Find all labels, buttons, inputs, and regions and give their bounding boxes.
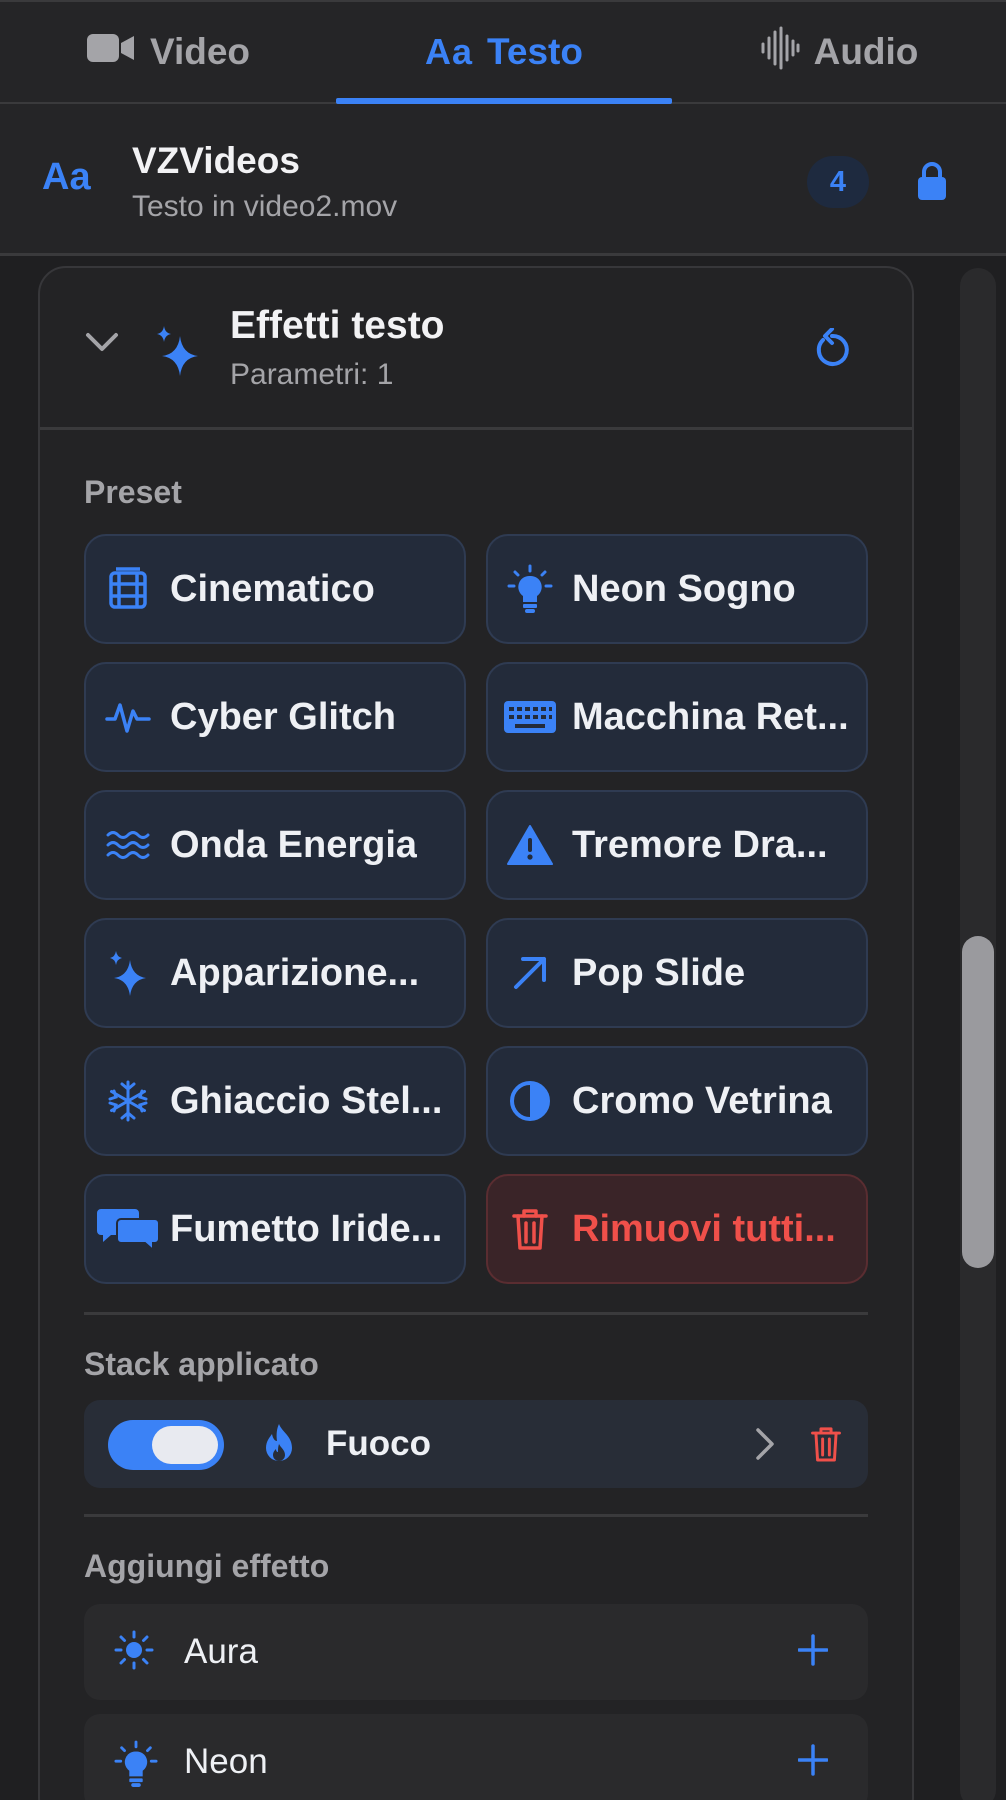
preset-label: Macchina Ret... bbox=[572, 695, 849, 738]
preset-neon-sogno[interactable]: Neon Sogno bbox=[486, 534, 868, 644]
waveform-pulse-icon bbox=[86, 697, 170, 737]
panel-subtitle: Parametri: 1 bbox=[230, 358, 394, 391]
scrollbar-thumb[interactable] bbox=[962, 936, 994, 1268]
chevron-down-icon[interactable] bbox=[84, 330, 120, 359]
toggle-knob bbox=[152, 1426, 218, 1464]
preset-tremore-drammatico[interactable]: Tremore Dra... bbox=[486, 790, 868, 900]
trash-icon[interactable] bbox=[810, 1424, 842, 1469]
tab-video-label: Video bbox=[149, 31, 251, 72]
preset-onda-energia[interactable]: Onda Energia bbox=[84, 790, 466, 900]
preset-section-label: Preset bbox=[84, 474, 182, 510]
half-circle-icon bbox=[488, 1079, 572, 1123]
stack-item-fuoco[interactable]: Fuoco bbox=[84, 1400, 868, 1488]
preset-label: Pop Slide bbox=[572, 951, 746, 994]
arrow-up-right-icon bbox=[488, 954, 572, 992]
preset-ghiaccio-stellare[interactable]: Ghiaccio Stel... bbox=[84, 1046, 466, 1156]
text-format-icon: Aa bbox=[425, 31, 474, 72]
panel-header[interactable]: Effetti testo Parametri: 1 bbox=[40, 268, 912, 430]
sun-icon bbox=[114, 1630, 154, 1675]
count-badge: 4 bbox=[807, 156, 869, 208]
preset-cromo-vetrina[interactable]: Cromo Vetrina bbox=[486, 1046, 868, 1156]
tab-testo[interactable]: Aa Testo bbox=[336, 2, 672, 104]
preset-cyber-glitch[interactable]: Cyber Glitch bbox=[84, 662, 466, 772]
layer-subtitle: Testo in video2.mov bbox=[132, 190, 398, 223]
chevron-right-icon[interactable] bbox=[754, 1426, 776, 1467]
stack-section-label: Stack applicato bbox=[84, 1346, 319, 1382]
layer-title: VZVideos bbox=[132, 140, 300, 181]
lightbulb-icon bbox=[114, 1740, 158, 1793]
plus-icon[interactable] bbox=[797, 1738, 829, 1787]
preset-macchina-retro[interactable]: Macchina Ret... bbox=[486, 662, 868, 772]
reset-icon[interactable] bbox=[812, 327, 852, 375]
preset-cinematico[interactable]: Cinematico bbox=[84, 534, 466, 644]
preset-label: Fumetto Iride... bbox=[170, 1207, 443, 1250]
add-effect-neon[interactable]: Neon bbox=[84, 1714, 868, 1800]
divider bbox=[84, 1514, 868, 1517]
preset-label: Onda Energia bbox=[170, 823, 418, 866]
lightbulb-icon bbox=[488, 564, 572, 614]
preset-label: Neon Sogno bbox=[572, 567, 796, 610]
preset-label: Ghiaccio Stel... bbox=[170, 1079, 443, 1122]
preset-label: Rimuovi tutti... bbox=[572, 1207, 836, 1250]
tab-bar: Video Aa Testo Audio bbox=[0, 0, 1006, 104]
trash-icon bbox=[488, 1207, 572, 1251]
preset-fumetto-iridescente[interactable]: Fumetto Iride... bbox=[84, 1174, 466, 1284]
lock-icon[interactable] bbox=[916, 160, 948, 207]
effect-toggle[interactable] bbox=[108, 1420, 224, 1470]
preset-label: Tremore Dra... bbox=[572, 823, 828, 866]
tab-video[interactable]: Video bbox=[0, 2, 336, 102]
preset-label: Cinematico bbox=[170, 567, 375, 610]
flame-icon bbox=[262, 1422, 296, 1469]
sparkles-icon bbox=[86, 950, 170, 996]
snowflake-icon bbox=[86, 1080, 170, 1122]
add-effect-label: Aura bbox=[184, 1632, 258, 1671]
layer-header: Aa VZVideos Testo in video2.mov 4 bbox=[0, 104, 1006, 256]
plus-icon[interactable] bbox=[797, 1628, 829, 1677]
text-effects-panel: Effetti testo Parametri: 1 Preset Cinema… bbox=[38, 266, 914, 1800]
preset-label: Cyber Glitch bbox=[170, 695, 396, 738]
warning-triangle-icon bbox=[488, 824, 572, 866]
speech-bubbles-icon bbox=[86, 1207, 170, 1251]
add-effect-section-label: Aggiungi effetto bbox=[84, 1548, 330, 1584]
panel-title: Effetti testo bbox=[230, 304, 445, 347]
keyboard-icon bbox=[488, 700, 572, 734]
sparkles-icon bbox=[154, 324, 200, 381]
tab-audio-label: Audio bbox=[813, 31, 919, 72]
video-camera-icon bbox=[86, 31, 136, 74]
text-layer-icon: Aa bbox=[42, 156, 91, 198]
stack-item-label: Fuoco bbox=[326, 1424, 431, 1463]
film-icon bbox=[86, 567, 170, 611]
preset-pop-slide[interactable]: Pop Slide bbox=[486, 918, 868, 1028]
add-effect-label: Neon bbox=[184, 1742, 268, 1781]
waveform-icon bbox=[760, 26, 800, 79]
divider bbox=[84, 1312, 868, 1315]
preset-label: Cromo Vetrina bbox=[572, 1079, 832, 1122]
preset-label: Apparizione... bbox=[170, 951, 420, 994]
preset-apparizione[interactable]: Apparizione... bbox=[84, 918, 466, 1028]
tab-audio[interactable]: Audio bbox=[672, 2, 1006, 102]
tab-testo-label: Testo bbox=[487, 31, 583, 72]
remove-all-button[interactable]: Rimuovi tutti... bbox=[486, 1174, 868, 1284]
waves-icon bbox=[86, 827, 170, 863]
add-effect-aura[interactable]: Aura bbox=[84, 1604, 868, 1700]
